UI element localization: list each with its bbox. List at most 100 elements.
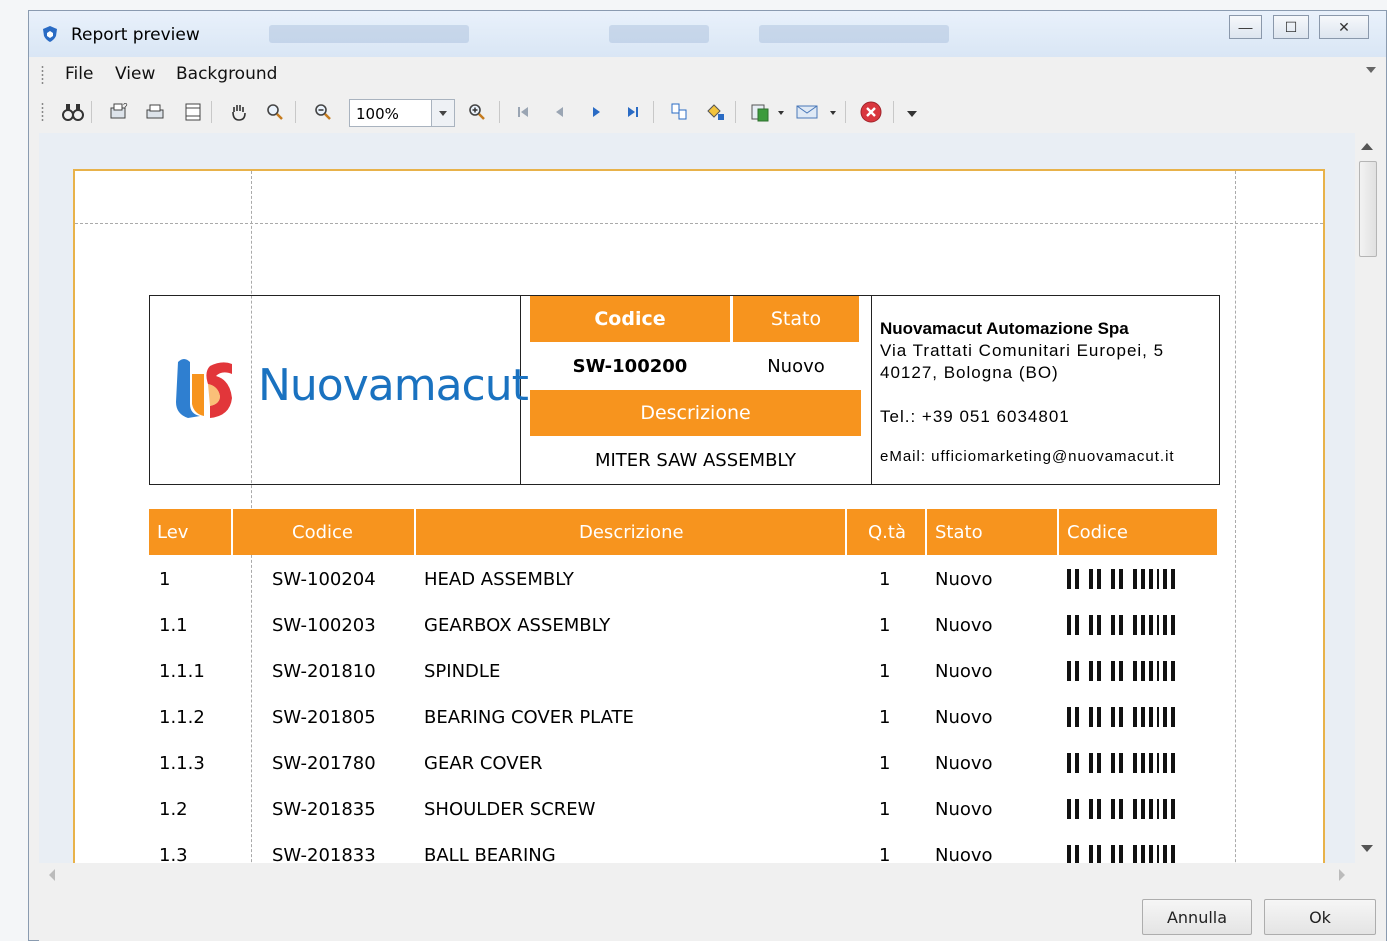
cell-codice: SW-201805 bbox=[272, 707, 376, 728]
col-codice: Codice bbox=[292, 521, 353, 543]
cell-codice: SW-201780 bbox=[272, 753, 376, 774]
header-codice-value: SW-100200 bbox=[572, 355, 688, 377]
cell-codice: SW-201810 bbox=[272, 661, 376, 682]
toolbar-separator bbox=[893, 101, 894, 123]
print-quick-icon[interactable] bbox=[181, 100, 205, 124]
company-phone: Tel.: +39 051 6034801 bbox=[880, 407, 1070, 426]
column-separator bbox=[1057, 509, 1059, 555]
barcode-icon bbox=[1067, 845, 1175, 863]
menu-file[interactable]: File bbox=[65, 64, 93, 84]
cell-codice: SW-100203 bbox=[272, 615, 376, 636]
dialog-button-bar: Annulla Ok bbox=[39, 889, 1386, 941]
header-codice-label: Codice bbox=[530, 296, 730, 342]
svg-text:?: ? bbox=[123, 102, 128, 111]
chevron-down-icon[interactable] bbox=[830, 111, 836, 115]
cell-descrizione: SPINDLE bbox=[424, 661, 501, 682]
table-row: 1.2 SW-201835 SHOULDER SCREW 1 Nuovo bbox=[149, 787, 1217, 833]
cell-lev: 1.2 bbox=[159, 799, 188, 820]
cell-descrizione: BEARING COVER PLATE bbox=[424, 707, 634, 728]
cell-qta: 1 bbox=[879, 845, 891, 863]
header-divider bbox=[871, 296, 872, 484]
col-descrizione: Descrizione bbox=[579, 521, 684, 543]
column-separator bbox=[925, 509, 927, 555]
vertical-scrollbar[interactable] bbox=[1355, 133, 1377, 863]
zoom-in-icon[interactable] bbox=[465, 100, 489, 124]
scroll-right-icon[interactable] bbox=[1339, 869, 1345, 881]
page-setup-icon[interactable]: ? bbox=[107, 100, 131, 124]
company-email: eMail: ufficiomarketing@nuovamacut.it bbox=[880, 448, 1175, 465]
close-button[interactable]: ✕ bbox=[1319, 15, 1369, 39]
print-icon[interactable] bbox=[143, 100, 167, 124]
cancel-button[interactable]: Annulla bbox=[1142, 899, 1252, 935]
scroll-up-icon[interactable] bbox=[1361, 143, 1373, 150]
barcode-icon bbox=[1067, 799, 1175, 819]
horizontal-scrollbar[interactable] bbox=[39, 863, 1355, 887]
first-page-icon[interactable] bbox=[511, 100, 535, 124]
col-lev: Lev bbox=[157, 521, 189, 543]
cell-stato: Nuovo bbox=[935, 661, 993, 682]
col-barcode: Codice bbox=[1067, 521, 1128, 543]
cell-lev: 1.3 bbox=[159, 845, 188, 863]
close-preview-icon[interactable] bbox=[859, 100, 883, 124]
background-blur bbox=[759, 25, 949, 43]
barcode-icon bbox=[1067, 615, 1175, 635]
toolbar-separator bbox=[295, 101, 296, 123]
table-row: 1.1.2 SW-201805 BEARING COVER PLATE 1 Nu… bbox=[149, 695, 1217, 741]
barcode-icon bbox=[1067, 707, 1175, 727]
search-binoculars-icon[interactable] bbox=[61, 100, 85, 124]
cell-qta: 1 bbox=[879, 707, 891, 728]
table-row: 1.1.3 SW-201780 GEAR COVER 1 Nuovo bbox=[149, 741, 1217, 787]
toolbar-separator bbox=[499, 101, 500, 123]
report-viewport[interactable]: Nuovamacut Codice Stato SW-100200 Nuovo … bbox=[39, 133, 1355, 863]
minimize-button[interactable]: — bbox=[1229, 15, 1262, 39]
chevron-down-icon[interactable] bbox=[778, 111, 784, 115]
nuovamacut-logo-icon bbox=[176, 359, 232, 418]
ok-button[interactable]: Ok bbox=[1264, 899, 1376, 935]
cell-lev: 1.1.2 bbox=[159, 707, 205, 728]
barcode-icon bbox=[1067, 753, 1175, 773]
scroll-thumb[interactable] bbox=[1359, 161, 1377, 257]
menu-view[interactable]: View bbox=[115, 64, 155, 84]
export-icon[interactable] bbox=[749, 100, 773, 124]
chevron-down-icon[interactable] bbox=[907, 111, 917, 117]
table-row: 1.1.1 SW-201810 SPINDLE 1 Nuovo bbox=[149, 649, 1217, 695]
report-page: Nuovamacut Codice Stato SW-100200 Nuovo … bbox=[73, 169, 1325, 863]
maximize-icon: ☐ bbox=[1284, 18, 1298, 35]
background-color-icon[interactable] bbox=[703, 100, 727, 124]
report-header: Nuovamacut Codice Stato SW-100200 Nuovo … bbox=[149, 295, 1220, 485]
cell-descrizione: GEAR COVER bbox=[424, 753, 543, 774]
menu-background[interactable]: Background bbox=[176, 64, 277, 84]
maximize-button[interactable]: ☐ bbox=[1273, 15, 1309, 39]
zoom-out-icon[interactable] bbox=[311, 100, 335, 124]
menu-grip-icon[interactable] bbox=[41, 65, 44, 85]
multiple-pages-icon[interactable] bbox=[667, 100, 691, 124]
column-separator bbox=[414, 509, 416, 555]
title-bar[interactable]: Report preview — ☐ ✕ bbox=[29, 11, 1386, 57]
column-separator bbox=[845, 509, 847, 555]
company-logo-text: Nuovamacut bbox=[258, 360, 529, 411]
cell-qta: 1 bbox=[879, 615, 891, 636]
send-email-icon[interactable] bbox=[795, 100, 819, 124]
chevron-down-icon[interactable] bbox=[431, 100, 454, 126]
table-row: 1.1 SW-100203 GEARBOX ASSEMBLY 1 Nuovo bbox=[149, 603, 1217, 649]
magnifier-icon[interactable] bbox=[263, 100, 287, 124]
zoom-select[interactable]: 100% bbox=[349, 99, 455, 127]
header-stato-value: Nuovo bbox=[767, 355, 825, 377]
toolbar-separator bbox=[211, 101, 212, 123]
toolbar-grip-icon[interactable] bbox=[41, 102, 44, 122]
background-blur bbox=[269, 25, 469, 43]
scroll-left-icon[interactable] bbox=[49, 869, 55, 881]
cell-descrizione: GEARBOX ASSEMBLY bbox=[424, 615, 611, 636]
hand-tool-icon[interactable] bbox=[227, 100, 251, 124]
next-page-icon[interactable] bbox=[585, 100, 609, 124]
last-page-icon[interactable] bbox=[621, 100, 645, 124]
bom-table-header: Lev Codice Descrizione Q.tà Stato Codice bbox=[149, 509, 1217, 555]
cell-qta: 1 bbox=[879, 661, 891, 682]
previous-page-icon[interactable] bbox=[547, 100, 571, 124]
scroll-down-icon[interactable] bbox=[1361, 845, 1373, 852]
header-descrizione-label: Descrizione bbox=[530, 390, 861, 436]
chevron-down-icon[interactable] bbox=[1366, 67, 1376, 73]
toolbar: ? 100% bbox=[39, 93, 929, 131]
col-stato: Stato bbox=[935, 521, 983, 543]
minimize-icon: — bbox=[1238, 19, 1253, 35]
